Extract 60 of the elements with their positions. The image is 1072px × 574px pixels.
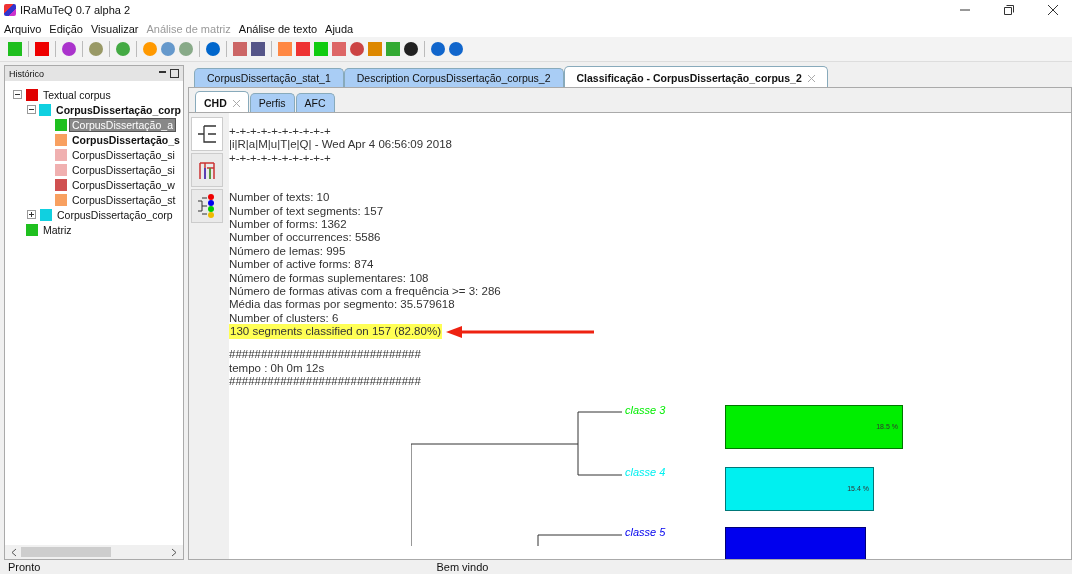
panel-title: Histórico — [9, 68, 44, 79]
view-button[interactable] — [191, 153, 223, 187]
tab[interactable]: Perfis — [249, 93, 295, 112]
tree-item[interactable]: CorpusDissertação_a — [70, 118, 175, 131]
tree-item[interactable]: Matriz — [41, 223, 74, 236]
report-line: Number of active forms: 874 — [229, 258, 374, 272]
menu-item[interactable]: Visualizar — [90, 22, 139, 35]
tab[interactable]: Classificação - CorpusDissertação_corpus_2 — [563, 66, 828, 87]
dendrogram-icon — [196, 123, 218, 145]
report-line: Number of forms: 1362 — [229, 217, 347, 232]
class-label: classe 5 — [625, 525, 665, 538]
expand-toggle[interactable] — [27, 210, 37, 219]
report-line: ############################## — [229, 348, 421, 362]
cluster-tree-icon — [196, 159, 218, 181]
tab[interactable]: CorpusDissertação_stat_1 — [194, 68, 344, 87]
menu-item[interactable]: Arquivo — [4, 22, 42, 35]
view-button[interactable] — [191, 117, 223, 151]
horizontal-scrollbar[interactable] — [5, 545, 183, 559]
report-line: Número de lemas: 995 — [229, 244, 346, 259]
report-line: tempo : 0h 0m 12s — [229, 361, 325, 376]
report-line: ############################## — [229, 375, 421, 389]
report-line: +-+-+-+-+-+-+-+-+-+ — [229, 125, 331, 139]
tree-item[interactable]: CorpusDissertação_st — [70, 193, 178, 206]
status-text: Pronto — [8, 560, 41, 574]
report-line: Number of text segments: 157 — [229, 204, 384, 218]
tree-item[interactable]: CorpusDissertação_corp — [55, 208, 175, 221]
app-logo-icon — [4, 4, 16, 16]
tab[interactable]: Description CorpusDissertação_corpus_2 — [343, 68, 564, 87]
collapse-toggle[interactable] — [13, 90, 23, 99]
tree-item[interactable]: Textual corpus — [41, 88, 113, 101]
view-button[interactable] — [191, 189, 223, 223]
status-text: Bem vindo — [436, 560, 489, 574]
restore-icon[interactable] — [1004, 5, 1014, 15]
tab[interactable]: CHD — [195, 91, 249, 112]
report-line: Number of texts: 10 — [229, 191, 330, 205]
report-line: Número de formas ativas com a frequência >= 3: 286 — [229, 284, 501, 299]
tree-item[interactable]: CorpusDissertação_w — [70, 178, 177, 191]
tab[interactable]: AFC — [295, 93, 335, 112]
class-label: classe 4 — [625, 465, 665, 478]
tree-item[interactable]: CorpusDissertação_si — [70, 163, 177, 176]
window-title: IRaMuTeQ 0.7 alpha 2 — [20, 4, 131, 16]
report-line: |i|R|a|M|u|T|e|Q| - Wed Apr 4 06:56:09 2018 — [229, 138, 452, 152]
report-line: Número de formas suplementares: 108 — [229, 271, 429, 285]
scroll-right-icon[interactable] — [171, 547, 177, 557]
report-line: +-+-+-+-+-+-+-+-+-+ — [229, 151, 331, 166]
collapse-toggle[interactable] — [27, 105, 37, 114]
tree-item[interactable]: CorpusDissertação_s — [70, 133, 182, 146]
tree-item[interactable]: CorpusDissertação_corp — [54, 103, 183, 116]
tree-item[interactable]: CorpusDissertação_si — [70, 148, 177, 161]
close-icon[interactable] — [1048, 5, 1058, 15]
class-label: classe 3 — [625, 403, 665, 416]
arrow-icon — [445, 324, 596, 339]
menu-item[interactable]: Análise de texto — [238, 22, 318, 35]
menu-item[interactable]: Ajuda — [325, 22, 354, 35]
scroll-left-icon[interactable] — [11, 547, 17, 557]
report-line: Number of clusters: 6 — [229, 311, 339, 326]
report-line: Média das formas por segmento: 35.579618 — [229, 298, 455, 312]
menu-item[interactable]: Edição — [49, 22, 83, 35]
maximize-icon[interactable] — [170, 69, 179, 78]
report-line: Number of occurrences: 5586 — [229, 231, 381, 245]
